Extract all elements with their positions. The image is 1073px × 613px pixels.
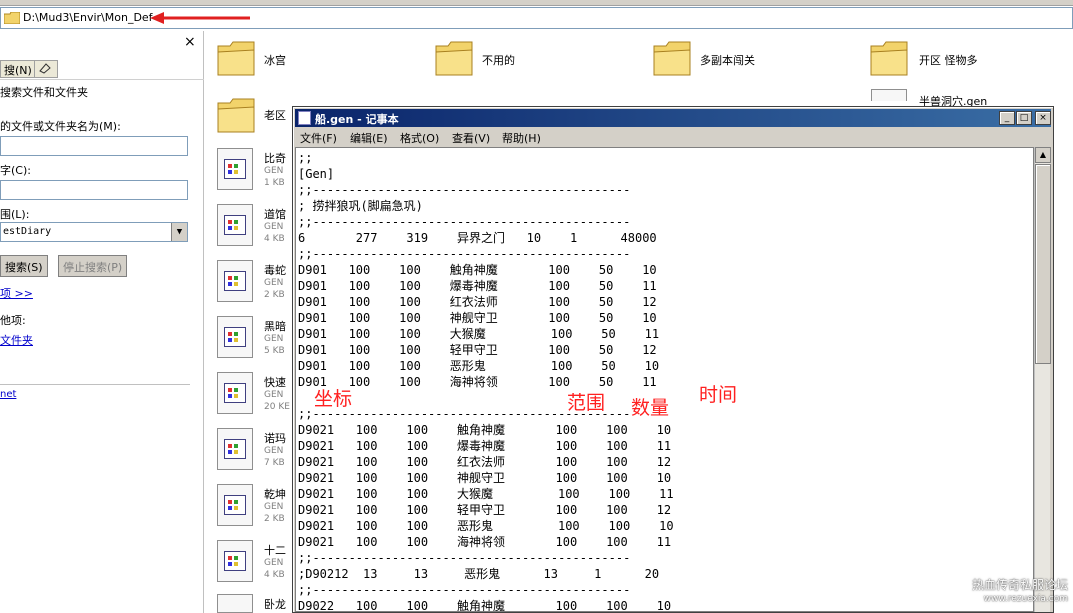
window-title: 船.gen - 记事本 — [315, 113, 399, 126]
menu-format[interactable]: 格式(O) — [400, 130, 439, 146]
scope-value: estDiary — [3, 226, 52, 237]
watermark: 热血传奇私服论坛 www.rezuexia.com — [928, 578, 1068, 606]
menu-view[interactable]: 查看(V) — [452, 130, 490, 146]
scope-label: 围(L): — [0, 208, 30, 221]
folder-icon — [435, 41, 473, 76]
top-toolbar-strip — [0, 0, 1073, 6]
file-size: 7 KB — [264, 458, 285, 468]
menu-bar: 文件(F) 编辑(E) 格式(O) 查看(V) 帮助(H) — [295, 128, 1051, 146]
file-size: 5 KB — [264, 346, 285, 356]
folder-icon — [870, 41, 908, 76]
watermark-text: 热血传奇私服论坛 — [971, 578, 1068, 592]
watermark-url: www.rezuexia.com — [983, 594, 1068, 604]
gen-file-icon — [217, 594, 253, 613]
file-size: 2 KB — [264, 514, 285, 524]
name-label: 的文件或文件夹名为(M): — [0, 120, 121, 133]
annotation-time: 时间 — [699, 384, 738, 406]
red-arrow-annotation — [150, 12, 250, 24]
search-toolbar: 搜(N) — [0, 58, 204, 80]
gen-file-icon — [217, 484, 253, 526]
file-size: 2 KB — [264, 290, 285, 300]
file-name: 毒蛇 — [264, 264, 286, 277]
address-path[interactable]: D:\Mud3\Envir\Mon_Def — [23, 11, 153, 24]
file-type: GEN — [264, 390, 284, 400]
file-size: 20 KE — [264, 402, 290, 412]
file-name: 诺玛 — [264, 432, 286, 445]
folder-icon — [217, 98, 255, 133]
other-options-label: 他项: — [0, 314, 26, 327]
file-icon — [871, 89, 907, 101]
stop-search-button[interactable]: 停止搜索(P) — [58, 255, 128, 277]
gen-file-icon — [217, 260, 253, 302]
divider — [0, 384, 190, 385]
file-name: 卧龙 — [264, 598, 286, 611]
notepad-icon — [298, 111, 311, 125]
vertical-scrollbar[interactable]: ▲ — [1034, 147, 1051, 612]
folder-icon — [653, 41, 691, 76]
search-pane: × 搜(N) 搜索文件和文件夹 的文件或文件夹名为(M): 字(C): 围(L)… — [0, 31, 204, 613]
file-type: GEN — [264, 334, 284, 344]
file-type: GEN — [264, 222, 284, 232]
folder-name: 冰宫 — [264, 54, 286, 67]
file-content: ;; [Gen] ;;-----------------------------… — [298, 151, 674, 612]
file-name: 黑暗 — [264, 320, 286, 333]
search-tool-button[interactable]: 搜(N) — [0, 60, 36, 78]
folder-name: 多副本闯关 — [700, 54, 755, 67]
text-editor[interactable]: ;; [Gen] ;;-----------------------------… — [295, 147, 1034, 612]
title-bar[interactable]: 船.gen - 记事本 _ □ × — [295, 109, 1051, 127]
scroll-up-icon[interactable]: ▲ — [1035, 147, 1051, 163]
gen-file-icon — [217, 316, 253, 358]
gen-file-icon — [217, 428, 253, 470]
gen-file-icon — [217, 372, 253, 414]
gen-file-icon — [217, 540, 253, 582]
folder-name: 开区 怪物多 — [919, 54, 978, 67]
files-link[interactable]: 文件夹 — [0, 332, 33, 348]
file-name: 道馆 — [264, 208, 286, 221]
text-input[interactable] — [0, 180, 188, 200]
file-type: GEN — [264, 278, 284, 288]
file-name: 比奇 — [264, 152, 286, 165]
maximize-button[interactable]: □ — [1016, 111, 1032, 125]
search-header: 搜索文件和文件夹 — [0, 86, 88, 99]
folder-name: 老区 — [264, 109, 286, 122]
folder-name: 不用的 — [482, 54, 515, 67]
text-label: 字(C): — [0, 164, 31, 177]
file-type: GEN — [264, 558, 284, 568]
file-size: 1 KB — [264, 178, 285, 188]
scroll-thumb[interactable] — [1035, 164, 1051, 364]
minimize-button[interactable]: _ — [999, 111, 1015, 125]
name-input[interactable] — [0, 136, 188, 156]
eraser-icon[interactable] — [34, 60, 58, 78]
file-name: 快速 — [264, 376, 286, 389]
folder-icon — [4, 12, 20, 24]
file-type: GEN — [264, 502, 284, 512]
annotation-coord: 坐标 — [314, 388, 353, 410]
close-button[interactable]: × — [1035, 111, 1051, 125]
notepad-window: 船.gen - 记事本 _ □ × 文件(F) 编辑(E) 格式(O) 查看(V… — [292, 106, 1054, 613]
more-options-link[interactable]: 项 >> — [0, 285, 33, 301]
gen-file-icon — [217, 148, 253, 190]
scope-select[interactable]: estDiary ▼ — [0, 222, 188, 242]
menu-edit[interactable]: 编辑(E) — [350, 130, 388, 146]
file-type: GEN — [264, 166, 284, 176]
menu-help[interactable]: 帮助(H) — [502, 130, 541, 146]
search-button[interactable]: 搜索(S) — [0, 255, 48, 277]
file-type: GEN — [264, 446, 284, 456]
folder-icon — [217, 41, 255, 76]
menu-file[interactable]: 文件(F) — [300, 130, 337, 146]
close-icon[interactable]: × — [184, 34, 196, 50]
file-name: 十二 — [264, 544, 286, 557]
file-size: 4 KB — [264, 570, 285, 580]
net-link[interactable]: net — [0, 389, 16, 400]
annotation-range: 范围 — [567, 392, 606, 414]
gen-file-icon — [217, 204, 253, 246]
file-name: 乾坤 — [264, 488, 286, 501]
chevron-down-icon[interactable]: ▼ — [171, 223, 187, 241]
file-size: 4 KB — [264, 234, 285, 244]
annotation-count: 数量 — [631, 397, 670, 419]
